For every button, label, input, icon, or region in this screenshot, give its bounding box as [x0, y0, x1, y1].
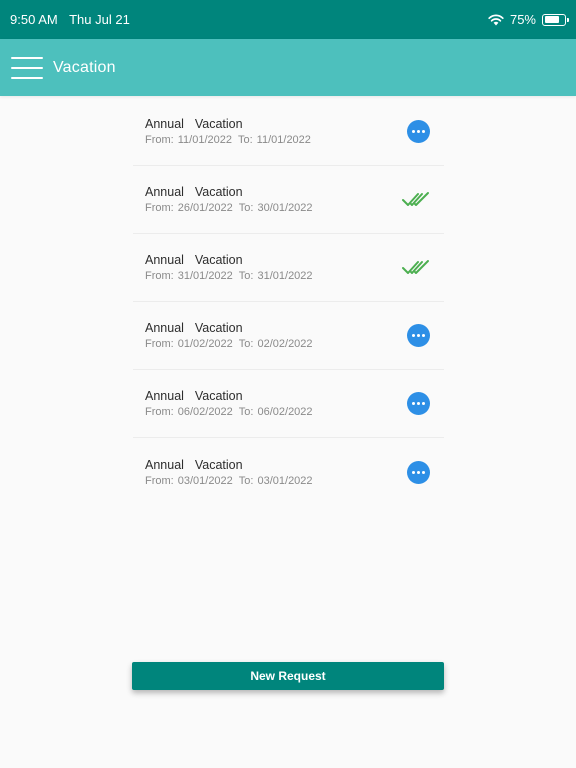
status-bar-left: 9:50 AM Thu Jul 21 — [10, 12, 138, 27]
vacation-type: Annual Vacation — [145, 457, 243, 472]
to-date: 02/02/2022 — [257, 338, 313, 350]
from-date: 26/01/2022 — [177, 202, 233, 214]
vacation-list-item[interactable]: Annual Vacation From: 01/02/2022 To: 02/02/2… — [133, 302, 444, 370]
vacation-type: Annual Vacation — [145, 253, 243, 267]
hamburger-menu-icon[interactable] — [11, 56, 43, 79]
vacation-dates: From: 31/01/2022 To: 31/01/2022 — [145, 270, 313, 282]
wifi-icon — [488, 14, 504, 25]
to-label: To: — [238, 406, 254, 418]
vacation-item-text: Annual Vacation From: 06/02/2022 To: 06/02/2… — [145, 389, 313, 418]
vacation-list-item[interactable]: Annual Vacation From: 06/02/2022 To: 06/02/2… — [133, 370, 444, 438]
from-label: From: — [145, 474, 174, 487]
vacation-list-item[interactable]: Annual Vacation From: 31/01/2022 To: 31/01/2… — [133, 234, 444, 302]
from-date: 06/02/2022 — [177, 406, 233, 418]
vacation-list: Annual Vacation From: 11/01/2022 To: 11/01/2… — [133, 98, 444, 506]
app-bar: Vacation — [0, 39, 576, 96]
from-label: From: — [145, 270, 174, 282]
from-label: From: — [145, 134, 174, 146]
to-label: To: — [237, 134, 253, 146]
vacation-dates: From: 06/02/2022 To: 06/02/2022 — [145, 406, 313, 418]
to-label: To: — [238, 202, 254, 214]
page-title: Vacation — [53, 58, 116, 76]
vacation-dates: From: 26/01/2022 To: 30/01/2022 — [145, 202, 313, 214]
to-date: 03/01/2022 — [257, 474, 313, 487]
from-label: From: — [145, 406, 174, 418]
vacation-type: Annual Vacation — [145, 185, 243, 199]
vacation-dates: From: 01/02/2022 To: 02/02/2022 — [145, 338, 313, 350]
to-date: 31/01/2022 — [257, 270, 313, 282]
battery-percentage: 75% — [509, 12, 536, 27]
status-date: Thu Jul 21 — [69, 12, 130, 27]
from-label: From: — [145, 202, 174, 214]
status-time: 9:50 AM — [10, 12, 58, 27]
vacation-dates: From: 03/01/2022 To: 03/01/2022 — [145, 475, 313, 487]
from-date: 31/01/2022 — [177, 270, 233, 282]
vacation-dates: From: 11/01/2022 To: 11/01/2022 — [145, 134, 311, 146]
battery-icon — [542, 13, 569, 26]
pending-status-icon[interactable] — [407, 324, 430, 347]
vacation-type: Annual Vacation — [145, 389, 243, 403]
from-date: 03/01/2022 — [177, 474, 233, 487]
to-date: 06/02/2022 — [257, 406, 313, 418]
vacation-list-item[interactable]: Annual Vacation From: 03/01/2022 To: 03/01/2… — [133, 438, 444, 506]
to-label: To: — [238, 474, 254, 487]
vacation-type: Annual Vacation — [145, 117, 243, 131]
vacation-item-text: Annual Vacation From: 03/01/2022 To: 03/01/2… — [145, 458, 313, 487]
vacation-item-text: Annual Vacation From: 31/01/2022 To: 31/01/2… — [145, 253, 313, 282]
to-date: 11/01/2022 — [256, 134, 311, 146]
from-label: From: — [145, 338, 174, 350]
pending-status-icon[interactable] — [407, 460, 430, 484]
approved-check-icon — [402, 191, 429, 206]
from-date: 01/02/2022 — [177, 338, 233, 350]
to-date: 30/01/2022 — [257, 202, 313, 214]
vacation-list-item[interactable]: Annual Vacation From: 26/01/2022 To: 30/01/2… — [133, 166, 444, 234]
status-bar-right: 75% — [488, 12, 569, 27]
vacation-item-text: Annual Vacation From: 01/02/2022 To: 02/02/2… — [145, 321, 313, 350]
vacation-type: Annual Vacation — [145, 321, 243, 335]
to-label: To: — [238, 270, 254, 282]
approved-check-icon — [402, 259, 429, 274]
pending-status-icon[interactable] — [407, 120, 430, 143]
new-request-button[interactable]: New Request — [132, 662, 444, 690]
vacation-list-item[interactable]: Annual Vacation From: 11/01/2022 To: 11/01/2… — [133, 98, 444, 166]
to-label: To: — [238, 338, 254, 350]
status-bar: 9:50 AM Thu Jul 21 75% — [0, 0, 576, 39]
vacation-item-text: Annual Vacation From: 11/01/2022 To: 11/01/2… — [145, 117, 311, 146]
vacation-item-text: Annual Vacation From: 26/01/2022 To: 30/01/2… — [145, 185, 313, 214]
battery-fill — [544, 16, 559, 23]
pending-status-icon[interactable] — [407, 392, 430, 415]
from-date: 11/01/2022 — [177, 134, 232, 146]
